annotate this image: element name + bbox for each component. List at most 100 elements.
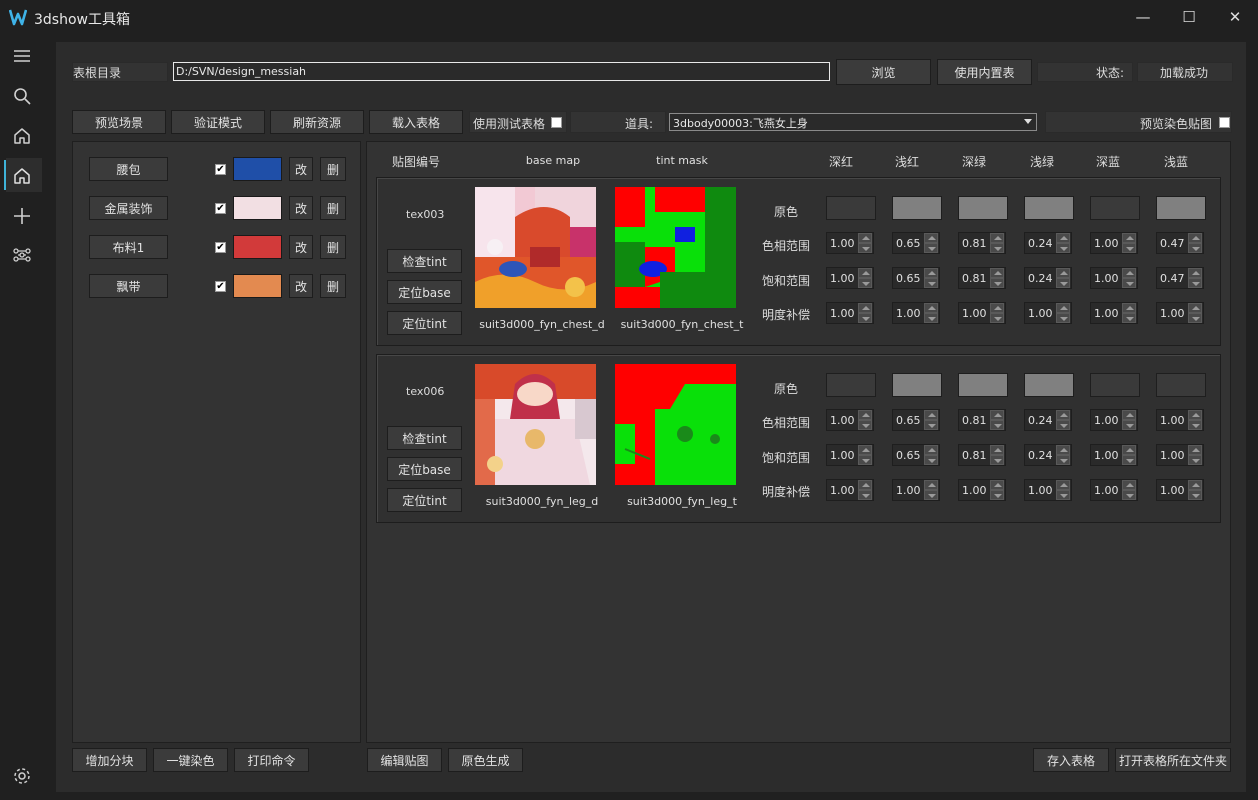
original-color-swatch[interactable]: [1024, 196, 1074, 220]
block-delete-button[interactable]: 删: [320, 157, 346, 181]
spin-up-icon[interactable]: [1122, 303, 1136, 313]
spin-down-icon[interactable]: [924, 420, 938, 430]
spin-down-icon[interactable]: [1056, 420, 1070, 430]
block-color-swatch[interactable]: [233, 235, 282, 259]
spin-up-icon[interactable]: [1188, 445, 1202, 455]
hue-spinbox[interactable]: 0.24: [1024, 232, 1072, 254]
print-command-button[interactable]: 打印命令: [234, 748, 309, 772]
spin-up-icon[interactable]: [1188, 233, 1202, 243]
block-color-swatch[interactable]: [233, 274, 282, 298]
spin-up-icon[interactable]: [1056, 410, 1070, 420]
spin-up-icon[interactable]: [1122, 480, 1136, 490]
block-enable-checkbox[interactable]: ✔: [215, 164, 226, 175]
spin-down-icon[interactable]: [1122, 313, 1136, 323]
graph-icon[interactable]: [10, 243, 34, 267]
spin-up-icon[interactable]: [1122, 233, 1136, 243]
block-delete-button[interactable]: 删: [320, 235, 346, 259]
spin-up-icon[interactable]: [924, 233, 938, 243]
hue-spinbox[interactable]: 0.65: [892, 232, 940, 254]
hue-spinbox[interactable]: 0.65: [892, 409, 940, 431]
spin-up-icon[interactable]: [1056, 445, 1070, 455]
hue-spinbox[interactable]: 1.00: [1090, 409, 1138, 431]
block-name-button[interactable]: 布料1: [89, 235, 168, 259]
sat-spinbox[interactable]: 0.47: [1156, 267, 1204, 289]
bright-spinbox[interactable]: 1.00: [1024, 302, 1072, 324]
spin-down-icon[interactable]: [1188, 278, 1202, 288]
block-color-swatch[interactable]: [233, 196, 282, 220]
hue-spinbox[interactable]: 0.81: [958, 232, 1006, 254]
spin-down-icon[interactable]: [990, 490, 1004, 500]
spin-up-icon[interactable]: [1122, 268, 1136, 278]
sat-spinbox[interactable]: 1.00: [1156, 444, 1204, 466]
bright-spinbox[interactable]: 1.00: [958, 479, 1006, 501]
original-color-swatch[interactable]: [826, 196, 876, 220]
spin-up-icon[interactable]: [1188, 268, 1202, 278]
spin-up-icon[interactable]: [858, 268, 872, 278]
spin-up-icon[interactable]: [990, 268, 1004, 278]
block-edit-button[interactable]: 改: [289, 196, 313, 220]
spin-up-icon[interactable]: [1188, 480, 1202, 490]
hue-spinbox[interactable]: 1.00: [1156, 409, 1204, 431]
spin-up-icon[interactable]: [858, 233, 872, 243]
generate-original-color-button[interactable]: 原色生成: [448, 748, 523, 772]
spin-down-icon[interactable]: [1188, 313, 1202, 323]
item-select[interactable]: 3dbody00003:飞燕女上身: [669, 113, 1037, 131]
hue-spinbox[interactable]: 0.24: [1024, 409, 1072, 431]
spin-down-icon[interactable]: [1188, 490, 1202, 500]
spin-down-icon[interactable]: [1188, 243, 1202, 253]
base-map-image[interactable]: [475, 364, 596, 485]
preview-dye-checkbox[interactable]: [1219, 117, 1230, 128]
menu-icon[interactable]: [10, 44, 34, 68]
block-edit-button[interactable]: 改: [289, 157, 313, 181]
original-color-swatch[interactable]: [1090, 196, 1140, 220]
original-color-swatch[interactable]: [1024, 373, 1074, 397]
hue-spinbox[interactable]: 0.47: [1156, 232, 1204, 254]
bright-spinbox[interactable]: 1.00: [892, 479, 940, 501]
spin-up-icon[interactable]: [990, 480, 1004, 490]
spin-down-icon[interactable]: [1056, 278, 1070, 288]
spin-up-icon[interactable]: [924, 410, 938, 420]
spin-down-icon[interactable]: [1056, 490, 1070, 500]
bright-spinbox[interactable]: 1.00: [1090, 479, 1138, 501]
bright-spinbox[interactable]: 1.00: [1156, 479, 1204, 501]
locate-base-button[interactable]: 定位base: [387, 280, 462, 304]
locate-tint-button[interactable]: 定位tint: [387, 488, 462, 512]
spin-down-icon[interactable]: [1122, 278, 1136, 288]
add-block-button[interactable]: 增加分块: [72, 748, 147, 772]
browse-button[interactable]: 浏览: [836, 59, 931, 85]
spin-down-icon[interactable]: [990, 243, 1004, 253]
tint-mask-image[interactable]: [615, 364, 736, 485]
spin-down-icon[interactable]: [1056, 455, 1070, 465]
bright-spinbox[interactable]: 1.00: [1156, 302, 1204, 324]
sat-spinbox[interactable]: 0.81: [958, 267, 1006, 289]
spin-down-icon[interactable]: [858, 313, 872, 323]
spin-down-icon[interactable]: [1056, 243, 1070, 253]
spin-up-icon[interactable]: [924, 445, 938, 455]
spin-up-icon[interactable]: [990, 410, 1004, 420]
spin-down-icon[interactable]: [1122, 420, 1136, 430]
spin-down-icon[interactable]: [858, 420, 872, 430]
original-color-swatch[interactable]: [958, 196, 1008, 220]
spin-up-icon[interactable]: [924, 480, 938, 490]
spin-down-icon[interactable]: [924, 455, 938, 465]
spin-up-icon[interactable]: [1122, 445, 1136, 455]
spin-up-icon[interactable]: [990, 233, 1004, 243]
block-name-button[interactable]: 腰包: [89, 157, 168, 181]
sat-spinbox[interactable]: 0.24: [1024, 267, 1072, 289]
spin-down-icon[interactable]: [1122, 490, 1136, 500]
bright-spinbox[interactable]: 1.00: [826, 479, 874, 501]
sat-spinbox[interactable]: 1.00: [826, 267, 874, 289]
refresh-resources-button[interactable]: 刷新资源: [270, 110, 364, 134]
block-enable-checkbox[interactable]: ✔: [215, 281, 226, 292]
spin-up-icon[interactable]: [858, 303, 872, 313]
spin-up-icon[interactable]: [1056, 303, 1070, 313]
open-table-folder-button[interactable]: 打开表格所在文件夹: [1115, 748, 1231, 772]
root-path-input[interactable]: D:/SVN/design_messiah: [173, 62, 830, 81]
bright-spinbox[interactable]: 1.00: [1024, 479, 1072, 501]
sat-spinbox[interactable]: 0.24: [1024, 444, 1072, 466]
hue-spinbox[interactable]: 0.81: [958, 409, 1006, 431]
spin-down-icon[interactable]: [990, 455, 1004, 465]
spin-down-icon[interactable]: [1056, 313, 1070, 323]
original-color-swatch[interactable]: [892, 373, 942, 397]
maximize-button[interactable]: ☐: [1166, 4, 1212, 30]
